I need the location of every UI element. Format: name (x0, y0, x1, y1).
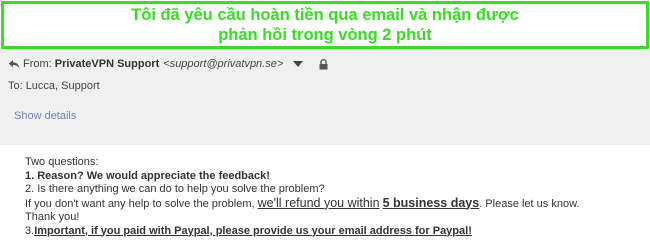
details-row: Show details (14, 110, 76, 122)
refund-prefix: If you don't want any help to solve the … (25, 197, 255, 210)
refund-timeframe: 5 business days (382, 195, 480, 210)
banner-line-2: phản hồi trong vòng 2 phút (218, 26, 432, 44)
email-body: Two questions: 1. Reason? We would appre… (25, 156, 645, 238)
dropdown-caret-icon[interactable] (293, 61, 304, 67)
recipients: Lucca, Support (25, 80, 100, 92)
to-label: To: (8, 80, 23, 92)
show-details-link[interactable]: Show details (14, 110, 76, 122)
sender-email: <support@privatvpn.se> (163, 58, 284, 70)
question-3-number: 3. (25, 224, 35, 237)
body-intro: Two questions: (25, 156, 99, 168)
question-1: 1. Reason? We would appreciate the feedb… (25, 169, 270, 182)
email-header: From: PrivateVPN Support <support@privat… (0, 50, 650, 145)
refund-promise: we'll refund you within (257, 195, 380, 210)
question-2: 2. Is there anything we can do to help y… (25, 183, 325, 195)
question-3: 3.Important, if you paid with Paypal, pl… (25, 225, 645, 239)
banner-line-1: Tôi đã yêu cầu hoàn tiền qua email và nh… (131, 6, 519, 24)
reply-icon[interactable] (8, 59, 20, 70)
refund-line: If you don't want any help to solve the … (25, 195, 645, 212)
refund-suffix: . Please let us know. (479, 197, 580, 210)
lock-icon (319, 58, 328, 69)
from-row: From: PrivateVPN Support <support@privat… (8, 58, 328, 70)
from-label: From: (23, 58, 52, 70)
callout-banner: Tôi đã yêu cầu hoàn tiền qua email và nh… (1, 1, 649, 49)
to-row: To: Lucca, Support (8, 80, 100, 92)
question-3-text: Important, if you paid with Paypal, plea… (34, 224, 472, 237)
sender-name: PrivateVPN Support (54, 58, 160, 70)
thanks-text: Thank you! (25, 211, 80, 223)
